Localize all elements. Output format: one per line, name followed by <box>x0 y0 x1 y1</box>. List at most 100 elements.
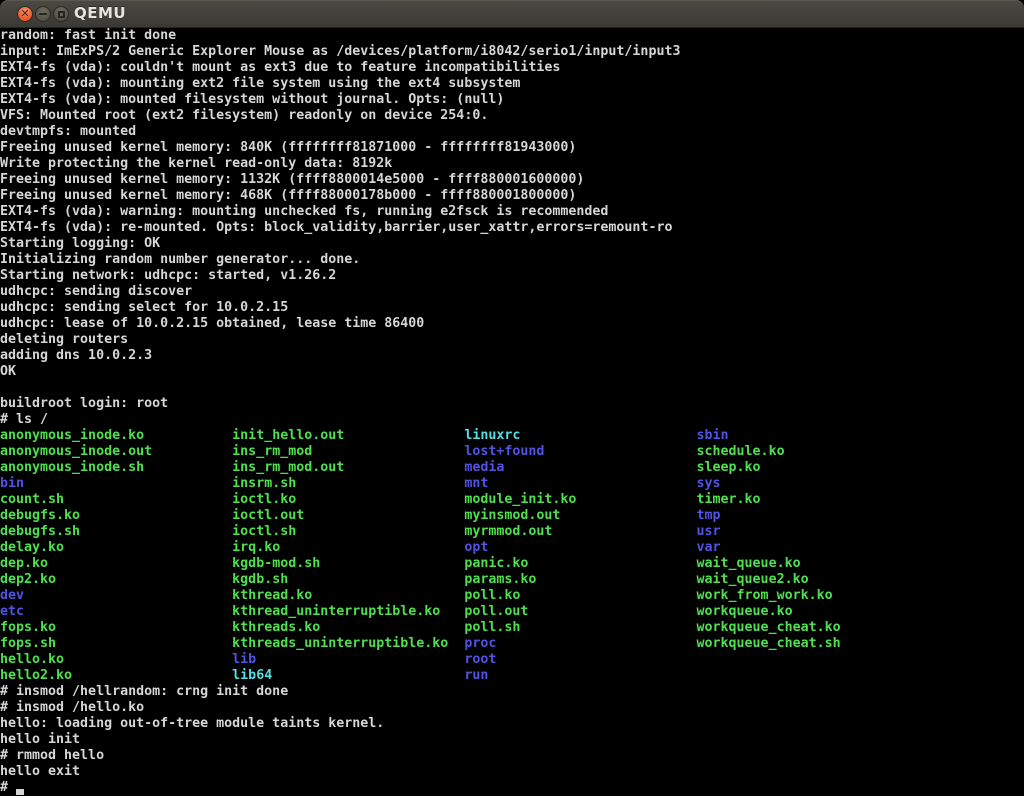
terminal-line: # <box>0 780 1024 796</box>
ls-entry-file: kthread_uninterruptible.ko <box>232 604 440 619</box>
terminal-line: input: ImExPS/2 Generic Explorer Mouse a… <box>0 44 1024 60</box>
terminal-line: EXT4-fs (vda): warning: mounting uncheck… <box>0 204 1024 220</box>
ls-entry-file: poll.ko <box>464 588 520 603</box>
maximize-icon <box>54 7 68 21</box>
ls-entry-file: init_hello.out <box>232 428 344 443</box>
minimize-button[interactable] <box>35 6 51 22</box>
terminal-line: dev kthread.ko poll.ko work_from_work.ko <box>0 588 1024 604</box>
ls-entry-file: timer.ko <box>697 492 761 507</box>
terminal-line: # ls / <box>0 412 1024 428</box>
terminal-line: EXT4-fs (vda): couldn't mount as ext3 du… <box>0 60 1024 76</box>
ls-entry-file: workqueue_cheat.sh <box>697 636 841 651</box>
ls-entry-file: poll.sh <box>464 620 520 635</box>
ls-entry-dir: run <box>464 668 488 683</box>
ls-entry-file: fops.sh <box>0 636 56 651</box>
ls-entry-file: count.sh <box>0 492 64 507</box>
terminal-line: delay.ko irq.ko opt var <box>0 540 1024 556</box>
window-titlebar[interactable]: ✕ QEMU <box>0 0 1024 28</box>
terminal-line: EXT4-fs (vda): mounted filesystem withou… <box>0 92 1024 108</box>
terminal-line: anonymous_inode.ko init_hello.out linuxr… <box>0 428 1024 444</box>
terminal-line: count.sh ioctl.ko module_init.ko timer.k… <box>0 492 1024 508</box>
terminal-line: fops.ko kthreads.ko poll.sh workqueue_ch… <box>0 620 1024 636</box>
ls-entry-dir: sys <box>697 476 721 491</box>
terminal-line: hello: loading out-of-tree module taints… <box>0 716 1024 732</box>
ls-entry-file: ioctl.sh <box>232 524 296 539</box>
terminal-line: # insmod /hello.ko <box>0 700 1024 716</box>
terminal-cursor <box>16 780 24 796</box>
ls-entry-dir: lost+found <box>464 444 544 459</box>
terminal-line <box>0 380 1024 396</box>
terminal-line: devtmpfs: mounted <box>0 124 1024 140</box>
ls-entry-file: myinsmod.out <box>464 508 560 523</box>
ls-entry-file: anonymous_inode.out <box>0 444 152 459</box>
ls-entry-file: ins_rm_mod <box>232 444 312 459</box>
terminal-line: fops.sh kthreads_uninterruptible.ko proc… <box>0 636 1024 652</box>
ls-entry-file: irq.ko <box>232 540 280 555</box>
terminal-line: anonymous_inode.out ins_rm_mod lost+foun… <box>0 444 1024 460</box>
terminal-line: dep.ko kgdb-mod.sh panic.ko wait_queue.k… <box>0 556 1024 572</box>
ls-entry-file: kthreads_uninterruptible.ko <box>232 636 448 651</box>
terminal-line: udhcpc: sending discover <box>0 284 1024 300</box>
maximize-button[interactable] <box>53 6 69 22</box>
ls-entry-file: module_init.ko <box>464 492 576 507</box>
minimize-icon <box>36 7 50 21</box>
terminal-line: debugfs.ko ioctl.out myinsmod.out tmp <box>0 508 1024 524</box>
ls-entry-file: insrm.sh <box>232 476 296 491</box>
terminal-line: EXT4-fs (vda): mounting ext2 file system… <box>0 76 1024 92</box>
ls-entry-file: ins_rm_mod.out <box>232 460 344 475</box>
ls-entry-file: hello.ko <box>0 652 64 667</box>
ls-entry-file: anonymous_inode.sh <box>0 460 144 475</box>
ls-entry-dir: var <box>697 540 721 555</box>
window-title: QEMU <box>74 0 126 28</box>
terminal-line: adding dns 10.0.2.3 <box>0 348 1024 364</box>
terminal-content: random: fast init doneinput: ImExPS/2 Ge… <box>0 28 1024 796</box>
ls-entry-file: debugfs.sh <box>0 524 80 539</box>
terminal-line: hello.ko lib root <box>0 652 1024 668</box>
ls-entry-file: kgdb-mod.sh <box>232 556 320 571</box>
ls-entry-file: ioctl.out <box>232 508 304 523</box>
ls-entry-dir: sbin <box>697 428 729 443</box>
terminal-line: hello init <box>0 732 1024 748</box>
ls-entry-file: fops.ko <box>0 620 56 635</box>
ls-entry-file: kthread.ko <box>232 588 312 603</box>
terminal-line: debugfs.sh ioctl.sh myrmmod.out usr <box>0 524 1024 540</box>
terminal-line: Freeing unused kernel memory: 468K (ffff… <box>0 188 1024 204</box>
ls-entry-dir: tmp <box>697 508 721 523</box>
ls-entry-file: kgdb.sh <box>232 572 288 587</box>
ls-entry-file: workqueue_cheat.ko <box>697 620 841 635</box>
ls-entry-dir: bin <box>0 476 24 491</box>
ls-entry-file: workqueue.ko <box>697 604 793 619</box>
terminal-line: Freeing unused kernel memory: 840K (ffff… <box>0 140 1024 156</box>
ls-entry-file: panic.ko <box>464 556 528 571</box>
ls-entry-file: anonymous_inode.ko <box>0 428 144 443</box>
ls-entry-dir: root <box>464 652 496 667</box>
terminal-line: dep2.ko kgdb.sh params.ko wait_queue2.ko <box>0 572 1024 588</box>
ls-entry-file: schedule.ko <box>697 444 785 459</box>
ls-entry-file: dep2.ko <box>0 572 56 587</box>
ls-entry-dir: etc <box>0 604 24 619</box>
ls-entry-dir: dev <box>0 588 24 603</box>
ls-entry-symlink: lib64 <box>232 668 272 683</box>
terminal-line: Write protecting the kernel read-only da… <box>0 156 1024 172</box>
terminal-line: deleting routers <box>0 332 1024 348</box>
ls-entry-file: sleep.ko <box>697 460 761 475</box>
ls-entry-dir: usr <box>697 524 721 539</box>
ls-entry-dir: proc <box>464 636 496 651</box>
ls-entry-dir: mnt <box>464 476 488 491</box>
qemu-window: ✕ QEMU random: fast init doneinput: ImEx… <box>0 0 1024 796</box>
terminal-line: udhcpc: sending select for 10.0.2.15 <box>0 300 1024 316</box>
terminal-line: bin insrm.sh mnt sys <box>0 476 1024 492</box>
ls-entry-file: hello2.ko <box>0 668 72 683</box>
close-icon: ✕ <box>18 7 32 21</box>
terminal-line: EXT4-fs (vda): re-mounted. Opts: block_v… <box>0 220 1024 236</box>
close-button[interactable]: ✕ <box>17 6 33 22</box>
ls-entry-dir: opt <box>464 540 488 555</box>
terminal-line: Starting logging: OK <box>0 236 1024 252</box>
terminal-line: # insmod /hellrandom: crng init done <box>0 684 1024 700</box>
terminal-screen[interactable]: random: fast init doneinput: ImExPS/2 Ge… <box>0 28 1024 796</box>
terminal-line: anonymous_inode.sh ins_rm_mod.out media … <box>0 460 1024 476</box>
ls-entry-file: wait_queue.ko <box>697 556 801 571</box>
terminal-line: Freeing unused kernel memory: 1132K (fff… <box>0 172 1024 188</box>
terminal-line: buildroot login: root <box>0 396 1024 412</box>
terminal-line: udhcpc: lease of 10.0.2.15 obtained, lea… <box>0 316 1024 332</box>
